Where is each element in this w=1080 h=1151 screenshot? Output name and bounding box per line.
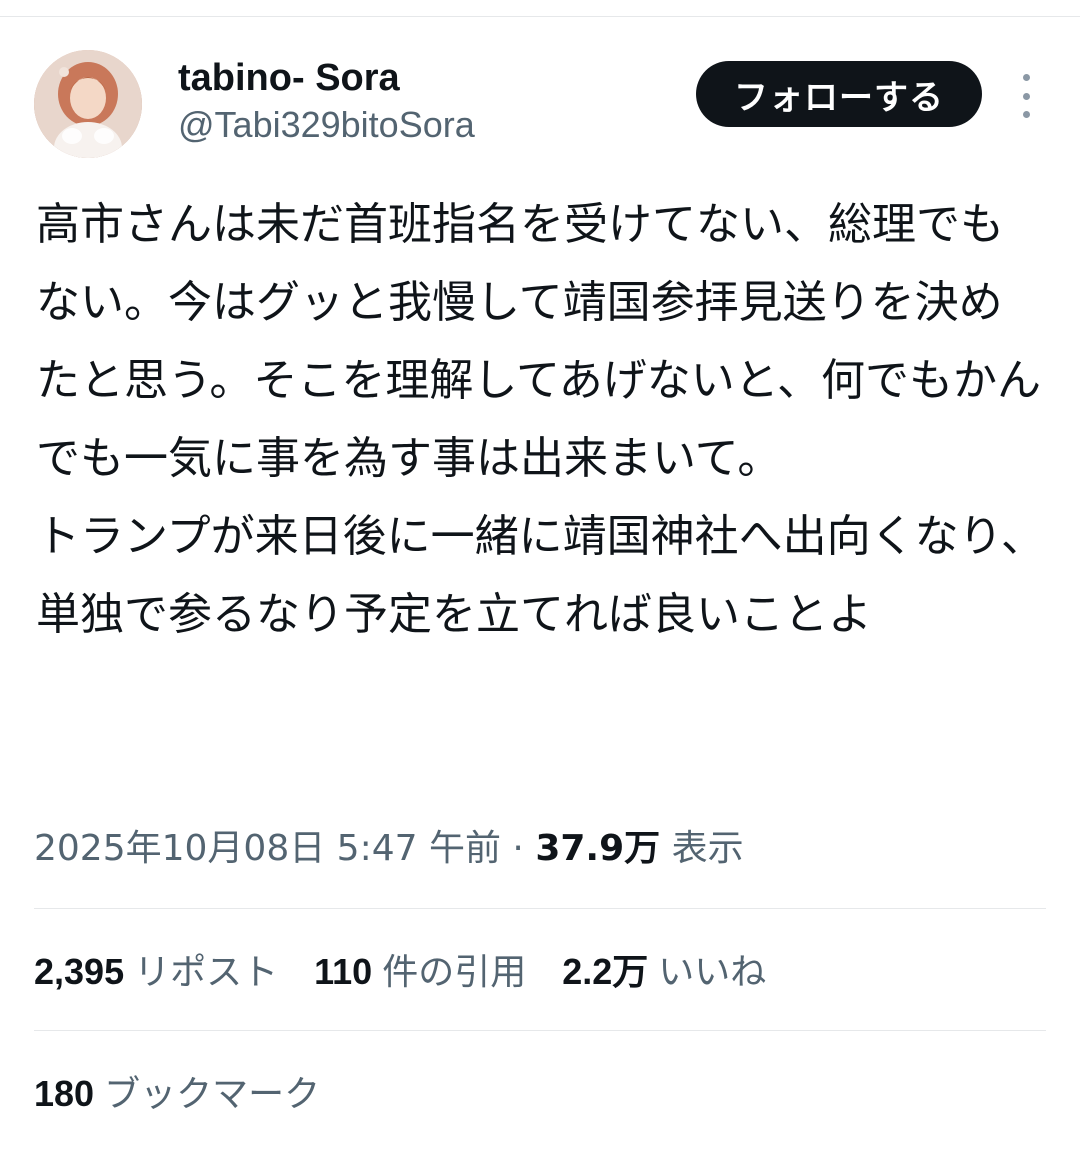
vertical-ellipsis-icon [1022,92,1030,100]
repost-count: 2,395 [34,951,125,992]
vertical-ellipsis-icon [1022,111,1030,118]
avatar-image [34,50,142,158]
quote-label: 件の引用 [382,952,527,993]
meta-separator: · [500,828,536,869]
vertical-ellipsis-icon [1022,74,1030,81]
tweet-meta: 2025年10月08日 5:47 午前 · 37.9万 表示 [34,822,744,876]
bookmark-stat[interactable]: 180 ブックマーク [34,1066,320,1123]
more-options-button[interactable] [1010,74,1042,118]
repost-stat[interactable]: 2,395 リポスト [34,944,278,1001]
display-name[interactable]: tabino- Sora [178,54,475,102]
follow-button[interactable]: フォローする [696,61,982,127]
timestamp[interactable]: 2025年10月08日 5:47 午前 [34,828,501,869]
views-count: 37.9万 [535,828,661,869]
quote-stat[interactable]: 110 件の引用 [314,944,526,1001]
avatar[interactable] [34,50,142,158]
quote-count: 110 [314,951,373,992]
views-label [660,828,671,869]
like-stat[interactable]: 2.2万 いいね [562,944,766,1001]
stats-row: 2,395 リポスト 110 件の引用 2.2万 いいね [34,944,802,1001]
like-label: いいね [658,952,767,993]
divider [34,908,1046,909]
like-count: 2.2万 [562,951,649,992]
top-divider [0,16,1080,17]
bookmark-label: ブックマーク [104,1074,321,1115]
repost-label: リポスト [134,952,279,993]
user-handle[interactable]: @Tabi329bitoSora [178,102,475,148]
tweet-text: 高市さんは未だ首班指名を受けてない、総理でもない。今はグッと我慢して靖国参拝見送… [36,199,1045,640]
tweet-header: tabino- Sora @Tabi329bitoSora フォローする [34,50,1046,160]
divider [34,1030,1046,1031]
bookmark-count: 180 [34,1073,95,1114]
user-names: tabino- Sora @Tabi329bitoSora [178,54,475,148]
views-label-text: 表示 [671,828,744,869]
